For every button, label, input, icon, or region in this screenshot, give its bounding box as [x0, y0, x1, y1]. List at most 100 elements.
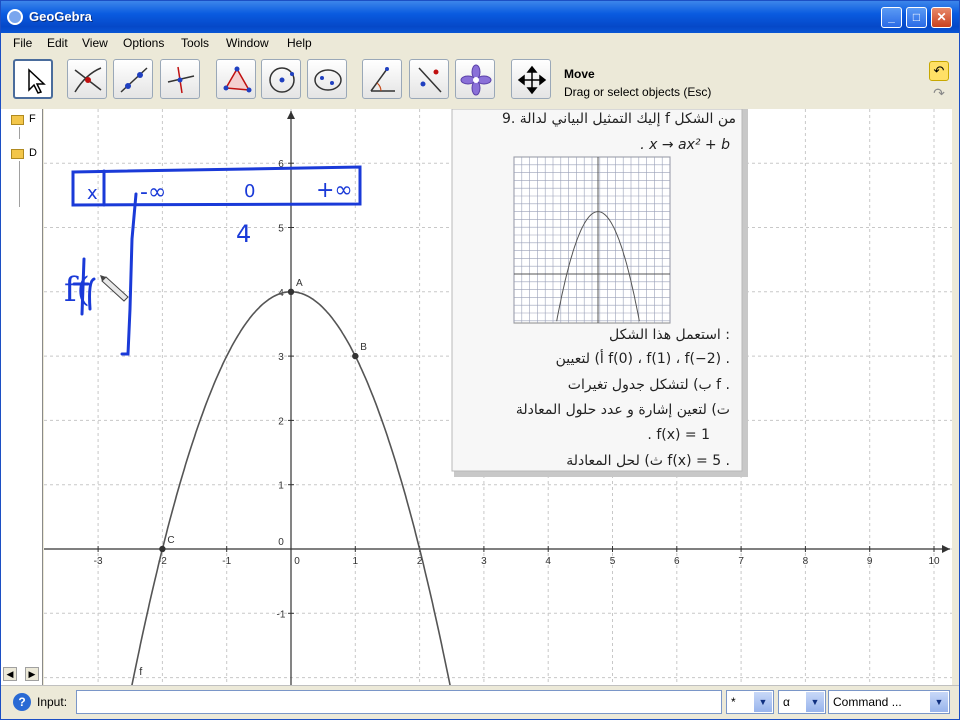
polygon-triangle-icon	[223, 66, 252, 93]
input-help-icon[interactable]: ?	[13, 693, 31, 711]
minimize-button[interactable]: _	[881, 7, 902, 28]
tree-line	[19, 127, 20, 139]
hand-zero: 0	[244, 181, 255, 202]
scroll-right-arrow[interactable]: ▶	[25, 667, 39, 681]
maximize-button[interactable]: □	[906, 7, 927, 28]
greek-combo-value: α	[783, 695, 790, 709]
menu-bar: File Edit View Options Tools Window Help	[1, 33, 959, 53]
chevron-down-icon[interactable]: ▼	[930, 692, 948, 712]
toolbar: Move Drag or select objects (Esc)	[1, 53, 959, 109]
y-tick-label: 2	[278, 416, 284, 427]
hand-minus-infinity: -∞	[140, 180, 166, 205]
perpendicular-line-icon	[167, 66, 195, 94]
folder-free-label[interactable]: F	[29, 113, 36, 125]
point-c[interactable]	[159, 545, 166, 553]
line-tool-button[interactable]	[113, 59, 153, 99]
exercise-line-1: إليك التمثيل البياني لدالة f من الشكل	[520, 111, 736, 127]
geogebra-logo-icon	[7, 9, 23, 25]
point-label: B	[360, 342, 367, 353]
move-graphics-cross-icon	[517, 65, 547, 95]
exercise-line-4: أ) لتعيين f(0) ، f(1) ، f(−2) .	[556, 349, 730, 367]
exercise-line-3: استعمل هذا الشكل :	[609, 327, 730, 343]
title-bar[interactable]: GeoGebra _ □ ✕	[1, 1, 959, 33]
x-tick-label: 7	[738, 556, 744, 567]
close-button[interactable]: ✕	[931, 7, 952, 28]
chevron-down-icon[interactable]: ▼	[806, 692, 824, 712]
y-tick-label: -1	[277, 609, 286, 620]
undo-icon[interactable]: ↶	[929, 61, 949, 81]
tree-line	[19, 161, 20, 207]
x-tick-label: 9	[867, 556, 873, 567]
x-tick-label: -1	[222, 556, 231, 567]
x-tick-label: 5	[610, 556, 616, 567]
selected-tool-name: Move	[564, 67, 595, 81]
redo-icon[interactable]: ↷	[929, 85, 949, 105]
exercise-number: 9.	[502, 111, 515, 127]
exercise-image: 9. إليك التمثيل البياني لدالة f من الشكل…	[451, 109, 748, 477]
exercise-mini-graph	[513, 156, 671, 324]
folder-icon	[11, 115, 24, 125]
right-edge	[952, 109, 959, 685]
hand-f-of: f(	[64, 270, 90, 310]
menu-help[interactable]: Help	[287, 36, 312, 50]
conic-ellipse-icon	[314, 69, 342, 91]
perpendicular-tool-button[interactable]	[160, 59, 200, 99]
function-label: f	[139, 666, 143, 678]
hand-four: 4	[236, 220, 251, 248]
exercise-line-5: ب) لتشكل جدول تغيرات f .	[568, 377, 730, 393]
x-axis-arrow	[942, 545, 950, 553]
point-b[interactable]	[352, 352, 359, 360]
menu-file[interactable]: File	[13, 36, 32, 50]
command-combo-value: Command ...	[833, 695, 902, 709]
polygon-tool-button[interactable]	[216, 59, 256, 99]
conic-tool-button[interactable]	[307, 59, 347, 99]
algebra-view[interactable]: F D	[1, 109, 43, 685]
exercise-line-8: ث) لحل المعادلة f(x) = 5 .	[566, 453, 730, 469]
menu-tools[interactable]: Tools	[181, 36, 209, 50]
folder-icon	[11, 149, 24, 159]
window-title: GeoGebra	[29, 9, 92, 24]
scroll-left-arrow[interactable]: ◀	[3, 667, 17, 681]
y-tick-label: 0	[278, 537, 284, 548]
line-through-points-icon	[120, 67, 148, 93]
reflect-about-line-icon	[418, 67, 442, 93]
selected-tool-help: Drag or select objects (Esc)	[564, 85, 712, 99]
circle-center-point-icon	[269, 67, 295, 93]
exercise-line-6: ت) لتعين إشارة و عدد حلول المعادلة	[516, 402, 730, 418]
intersect-tool-button[interactable]	[67, 59, 107, 99]
circle-tool-button[interactable]	[261, 59, 301, 99]
slider-tool-button[interactable]	[455, 59, 495, 99]
greek-combo[interactable]: α ▼	[778, 690, 826, 714]
angle-tool-button[interactable]	[362, 59, 402, 99]
move-tool-button[interactable]	[13, 59, 53, 99]
y-axis-arrow	[287, 111, 295, 119]
y-tick-label: 1	[278, 481, 284, 492]
menu-options[interactable]: Options	[123, 36, 164, 50]
menu-window[interactable]: Window	[226, 36, 269, 50]
x-tick-label: 3	[481, 556, 487, 567]
graphics-view[interactable]: -3 -2 -1 0 1 2 3 4 5 6 7 8 9 10 6 5 4 3 2 1 0 -1 f ABC x -∞ 0…	[44, 109, 952, 685]
point-a[interactable]	[287, 288, 295, 295]
move-graphics-tool-button[interactable]	[511, 59, 551, 99]
symbols-combo[interactable]: * ▼	[726, 690, 774, 714]
graphics-canvas[interactable]: -3 -2 -1 0 1 2 3 4 5 6 7 8 9 106543210-1 f ABC x -∞ 0…	[44, 109, 952, 685]
chevron-down-icon[interactable]: ▼	[754, 692, 772, 712]
point-label: C	[167, 535, 174, 546]
exercise-line-7: . f(x) = 1	[647, 427, 710, 443]
pen-cursor-icon	[100, 275, 129, 302]
symbols-combo-value: *	[731, 695, 736, 709]
angle-icon	[370, 67, 395, 92]
menu-edit[interactable]: Edit	[47, 36, 68, 50]
geogebra-window: GeoGebra _ □ ✕ File Edit View Options To…	[0, 0, 960, 720]
exercise-number-line: 9. إليك التمثيل البياني لدالة f من الشكل	[502, 111, 736, 127]
x-tick-label: 1	[353, 556, 359, 567]
hand-x-label: x	[87, 183, 98, 204]
folder-dependent-label[interactable]: D	[29, 147, 37, 159]
y-tick-label: 3	[278, 352, 284, 363]
input-field[interactable]	[76, 690, 722, 714]
command-combo[interactable]: Command ... ▼	[828, 690, 950, 714]
menu-view[interactable]: View	[82, 36, 108, 50]
x-tick-label: 6	[674, 556, 680, 567]
x-tick-label: 4	[545, 556, 551, 567]
reflect-tool-button[interactable]	[409, 59, 449, 99]
